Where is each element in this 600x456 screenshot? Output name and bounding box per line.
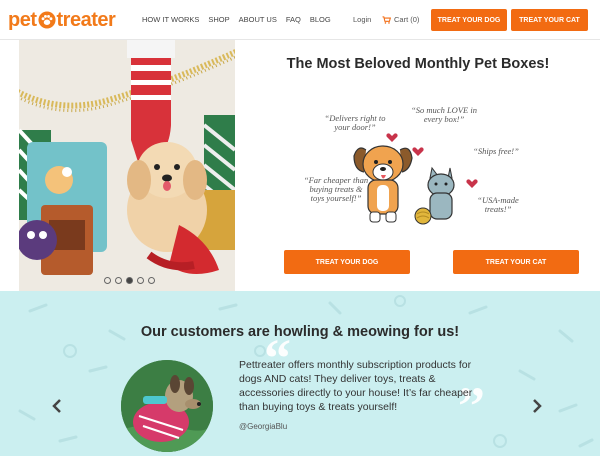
quote-love: “So much LOVE in every box!” bbox=[411, 105, 477, 124]
dog-in-sweater-photo bbox=[121, 360, 213, 452]
site-header: pet treater HOW IT WORKS SHOP ABOUT US F… bbox=[0, 0, 600, 40]
header-treat-dog-button[interactable]: TREAT YOUR DOG bbox=[431, 9, 507, 31]
nav-shop[interactable]: SHOP bbox=[208, 15, 229, 24]
chevron-right-icon bbox=[533, 399, 542, 413]
login-link[interactable]: Login bbox=[353, 15, 371, 24]
logo-treater-text: treater bbox=[56, 8, 116, 31]
hero-title: The Most Beloved Monthly Pet Boxes! bbox=[286, 56, 550, 72]
nav-about-us[interactable]: ABOUT US bbox=[239, 15, 277, 24]
testimonial-title: Our customers are howling & meowing for … bbox=[140, 324, 460, 340]
testimonial-section: Our customers are howling & meowing for … bbox=[0, 291, 600, 456]
main-nav: HOW IT WORKS SHOP ABOUT US FAQ BLOG bbox=[142, 15, 331, 24]
nav-how-it-works[interactable]: HOW IT WORKS bbox=[142, 15, 199, 24]
hero-treat-cat-button[interactable]: TREAT YOUR CAT bbox=[453, 250, 579, 274]
heart-icon bbox=[386, 133, 398, 142]
cart-link[interactable]: Cart (0) bbox=[382, 15, 419, 24]
carousel-dot-1[interactable] bbox=[104, 277, 111, 284]
paw-logo-icon bbox=[37, 11, 56, 29]
logo[interactable]: pet treater bbox=[8, 8, 116, 32]
hero-treat-dog-button[interactable]: TREAT YOUR DOG bbox=[284, 250, 410, 274]
carousel-dot-4[interactable] bbox=[137, 277, 144, 284]
testimonial-next-arrow[interactable] bbox=[530, 397, 544, 415]
carousel-dots bbox=[104, 277, 155, 284]
testimonial-handle: @GeorgiaBlu bbox=[239, 422, 288, 431]
heart-icon bbox=[466, 179, 478, 188]
cart-icon bbox=[382, 15, 391, 24]
testimonial-prev-arrow[interactable] bbox=[50, 397, 64, 415]
carousel-dot-2[interactable] bbox=[115, 277, 122, 284]
logo-pet-text: pet bbox=[8, 8, 37, 31]
nav-faq[interactable]: FAQ bbox=[286, 15, 301, 24]
dog-with-gifts-photo bbox=[19, 40, 235, 291]
cart-label: Cart (0) bbox=[394, 15, 420, 24]
chevron-left-icon bbox=[52, 399, 61, 413]
dog-and-cat-mascot-illustration bbox=[353, 133, 478, 225]
testimonial-text: Pettreater offers monthly subscription p… bbox=[239, 359, 473, 413]
carousel-dot-3[interactable] bbox=[126, 277, 133, 284]
header-treat-cat-button[interactable]: TREAT YOUR CAT bbox=[511, 9, 588, 31]
nav-blog[interactable]: BLOG bbox=[310, 15, 331, 24]
carousel-dot-5[interactable] bbox=[148, 277, 155, 284]
heart-icon bbox=[412, 147, 424, 156]
customer-avatar bbox=[121, 360, 213, 452]
hero-carousel-image bbox=[19, 40, 235, 291]
